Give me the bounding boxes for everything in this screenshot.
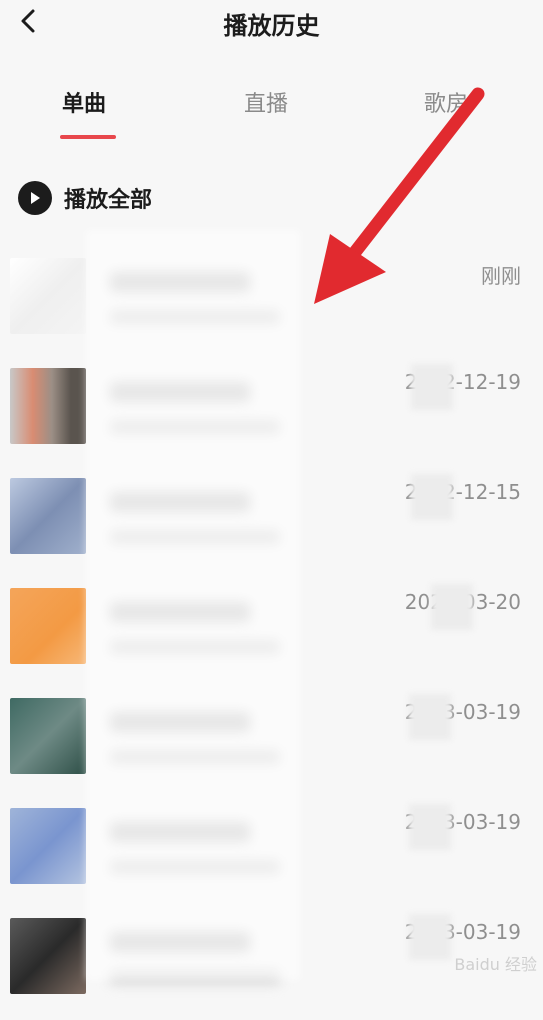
album-cover <box>10 368 86 444</box>
active-tab-indicator <box>60 135 116 139</box>
play-circle-icon <box>18 181 52 215</box>
page-title: 播放历史 <box>223 12 320 40</box>
album-cover <box>10 588 86 664</box>
play-all-button[interactable]: 播放全部 <box>18 178 152 218</box>
album-cover <box>10 478 86 554</box>
header: 播放历史 <box>0 0 543 50</box>
redaction-mask <box>411 364 453 410</box>
album-cover <box>10 258 86 334</box>
watermark: Baidu 经验 <box>454 955 537 974</box>
privacy-blur-overlay <box>86 230 300 980</box>
album-cover <box>10 808 86 884</box>
play-all-label: 播放全部 <box>64 188 153 213</box>
redaction-mask <box>411 474 453 520</box>
album-cover <box>10 698 86 774</box>
redaction-mask <box>409 804 451 850</box>
tab-single[interactable]: 单曲 <box>62 86 106 118</box>
redaction-mask <box>431 584 473 630</box>
annotation-arrow <box>314 87 485 304</box>
redaction-mask <box>409 694 451 740</box>
tab-live[interactable]: 直播 <box>244 86 288 118</box>
redaction-mask <box>409 914 451 960</box>
